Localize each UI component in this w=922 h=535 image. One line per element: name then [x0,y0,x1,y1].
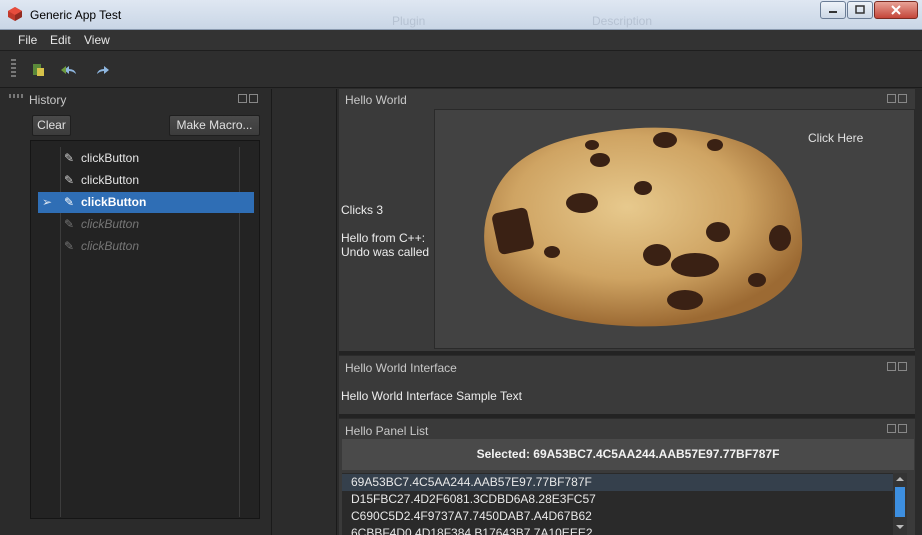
empty-dock-area [271,89,337,535]
scroll-thumb[interactable] [895,487,905,517]
float-icon[interactable] [887,362,896,371]
toolbar [0,51,922,88]
pencil-icon: ✎ [64,239,75,253]
scroll-down-icon[interactable] [893,521,907,533]
toolbar-grip[interactable] [11,59,16,79]
close-button[interactable] [874,1,918,19]
scroll-up-icon[interactable] [893,473,907,485]
make-macro-button[interactable]: Make Macro... [169,115,260,136]
minimize-icon [829,11,837,13]
close-icon[interactable] [249,94,258,103]
undo-icon[interactable] [61,61,79,79]
history-panel: History Clear Make Macro... ✎ clickButto… [5,89,267,531]
ghost-text-description: Description [592,14,653,28]
hello-world-interface-title: Hello World Interface [345,361,457,375]
list-scrollbar[interactable] [893,473,907,535]
panel-grip[interactable] [9,94,23,98]
close-icon [891,5,901,15]
cookie-image[interactable] [435,110,914,348]
hello-panel-list-title: Hello Panel List [345,424,429,438]
close-icon[interactable] [898,362,907,371]
close-icon[interactable] [898,424,907,433]
cookie-area[interactable]: Click Here [434,109,915,349]
maximize-button[interactable] [847,1,873,19]
pencil-icon: ✎ [64,195,75,209]
float-icon[interactable] [887,424,896,433]
window-title: Generic App Test [30,8,122,22]
splitter[interactable] [339,414,915,418]
history-item[interactable]: ✎ clickButton [38,170,254,191]
list-item[interactable]: 69A53BC7.4C5AA244.AAB57E97.77BF787F [342,474,898,491]
window-titlebar[interactable]: Generic App Test Plugin Description [0,0,922,30]
splitter[interactable] [339,351,915,355]
clear-button[interactable]: Clear [32,115,71,136]
history-item-undone[interactable]: ✎ clickButton [38,214,254,235]
redo-icon[interactable] [94,61,112,79]
paste-icon[interactable] [30,61,48,79]
interface-sample-text: Hello World Interface Sample Text [341,389,522,403]
pencil-icon: ✎ [64,151,75,165]
hello-panel-list: Hello Panel List Selected: 69A53BC7.4C5A… [339,419,915,535]
selected-item-label: Selected: 69A53BC7.4C5AA244.AAB57E97.77B… [342,439,914,470]
pencil-icon: ✎ [64,217,75,231]
menu-file[interactable]: File [18,33,37,47]
history-item-current[interactable]: ➢ ✎ clickButton [38,192,254,213]
app-icon [8,7,22,21]
pencil-icon: ✎ [64,173,75,187]
hello-world-panel: Hello World Clicks 3 Hello from C++: Und… [339,89,915,351]
hello-world-interface-panel: Hello World Interface Hello World Interf… [339,356,915,414]
close-icon[interactable] [898,94,907,103]
history-item[interactable]: ✎ clickButton [38,148,254,169]
float-icon[interactable] [887,94,896,103]
list-item[interactable]: 6CBBF4D0.4D18F384.B17643B7.7A10EEE2 [351,525,593,535]
maximize-icon [855,5,865,14]
hello-world-title: Hello World [345,93,407,107]
ghost-text-plugin: Plugin [392,14,426,28]
id-list[interactable]: 69A53BC7.4C5AA244.AAB57E97.77BF787F D15F… [342,473,907,535]
hello-message: Hello from C++: Undo was called [341,231,430,259]
history-title: History [29,93,67,107]
menu-edit[interactable]: Edit [50,33,71,47]
list-item[interactable]: D15FBC27.4D2F6081.3CDBD6A8.28E3FC57 [351,491,596,508]
click-here-label[interactable]: Click Here [808,131,863,145]
menu-view[interactable]: View [84,33,110,47]
history-list[interactable]: ✎ clickButton ✎ clickButton ➢ ✎ clickBut… [30,140,260,519]
minimize-button[interactable] [820,1,846,19]
clicks-counter: Clicks 3 [341,203,384,217]
current-arrow-icon: ➢ [42,195,53,209]
float-icon[interactable] [238,94,247,103]
menu-bar: File Edit View [0,30,922,51]
history-item-undone[interactable]: ✎ clickButton [38,236,254,257]
list-item[interactable]: C690C5D2.4F9737A7.7450DAB7.A4D67B62 [351,508,592,525]
